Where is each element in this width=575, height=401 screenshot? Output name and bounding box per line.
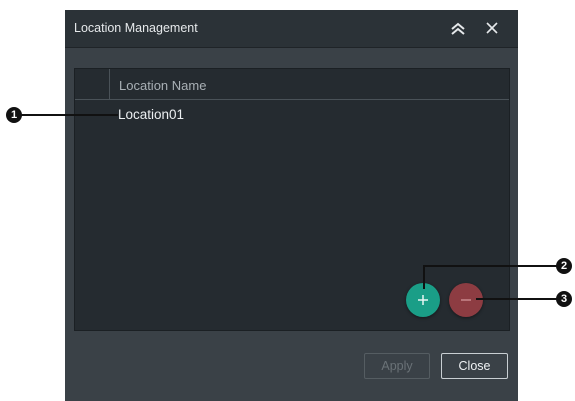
location-list-panel: Location Name Location01 bbox=[74, 68, 510, 331]
dialog-titlebar: Location Management bbox=[65, 10, 518, 48]
close-icon bbox=[486, 22, 498, 34]
callout-3-leader bbox=[476, 298, 557, 300]
plus-icon bbox=[418, 295, 428, 305]
location-name-cell: Location01 bbox=[118, 107, 185, 122]
callout-2-marker: 2 bbox=[556, 258, 572, 274]
table-row[interactable]: Location01 bbox=[75, 103, 509, 127]
minus-icon bbox=[461, 299, 471, 301]
select-column-header[interactable] bbox=[75, 69, 110, 99]
remove-location-button[interactable] bbox=[449, 283, 483, 317]
close-window-button[interactable] bbox=[479, 15, 505, 41]
callout-3-marker: 3 bbox=[556, 291, 572, 307]
callout-2-leader-h bbox=[423, 265, 557, 267]
collapse-button[interactable] bbox=[445, 15, 471, 41]
dialog-title: Location Management bbox=[74, 21, 198, 35]
location-name-column-header[interactable]: Location Name bbox=[119, 78, 206, 93]
callout-1-leader bbox=[20, 114, 118, 116]
apply-button[interactable]: Apply bbox=[364, 353, 430, 379]
double-chevron-up-icon bbox=[451, 22, 465, 35]
table-header: Location Name bbox=[75, 69, 509, 100]
close-button[interactable]: Close bbox=[441, 353, 508, 379]
callout-2-leader-v bbox=[423, 265, 425, 289]
location-management-dialog: Location Management Location Name Locati… bbox=[65, 10, 518, 401]
